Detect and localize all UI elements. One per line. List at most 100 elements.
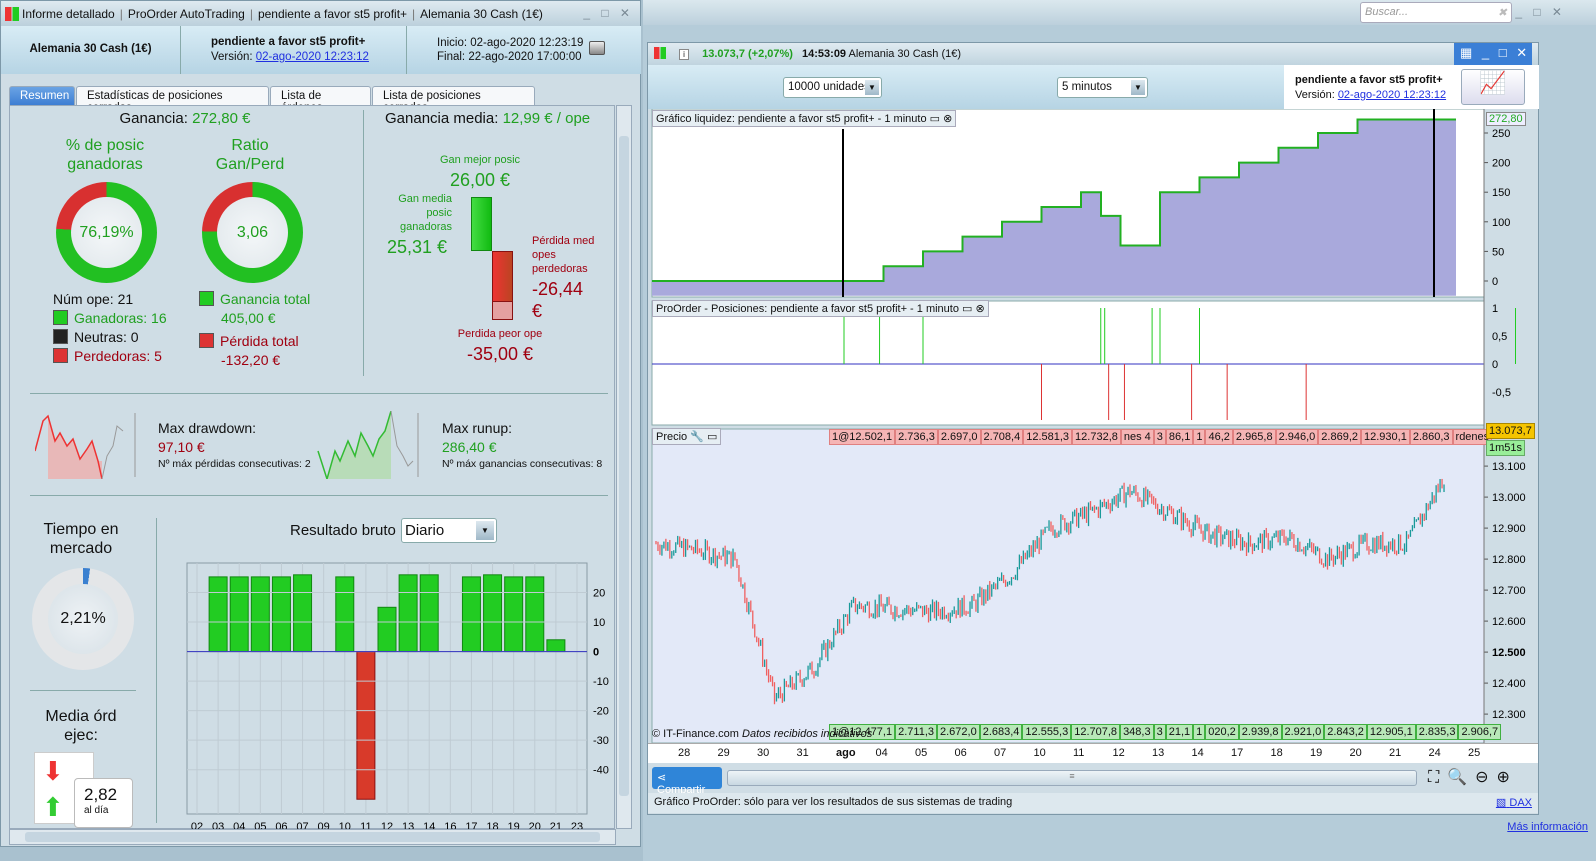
order-label[interactable]: 2.708,4 — [980, 429, 1024, 445]
order-label[interactable]: 12.905,1 — [1366, 724, 1416, 740]
units-dropdown[interactable]: 10000 unidades ▼ — [783, 77, 882, 98]
tab-lista-ordenes[interactable]: Lista de órdenes — [270, 86, 371, 114]
order-label[interactable]: 2.683,4 — [979, 724, 1023, 740]
window-icon[interactable]: ▭ — [930, 113, 940, 125]
chart-window: i 13.073,7 (+2,07%) 14:53:09 Alemania 30… — [647, 42, 1539, 815]
order-label[interactable]: 2.869,2 — [1318, 429, 1361, 445]
system-info: pendiente a favor st5 profit+ Versión: 0… — [1284, 65, 1539, 109]
timeframe-dropdown[interactable]: 5 minutos ▼ — [1057, 77, 1148, 98]
trading-report-icon[interactable]: 📈 — [1461, 69, 1525, 105]
order-label[interactable]: 2.906,7 — [1458, 724, 1502, 740]
x-tick-label: 31 — [796, 747, 809, 759]
y-tick-label: 13.100 — [1492, 461, 1526, 473]
quote-value: 13.073,7 (+2,07%) — [702, 48, 793, 60]
x-tick-label: 18 — [1270, 747, 1283, 759]
order-label[interactable]: 2.835,3 — [1415, 724, 1459, 740]
sell-orders-strip: 1@12.502,1 2.736,3 2.697,0 2.708,4 12.581,3 1… — [829, 429, 1493, 445]
wrench-icon[interactable]: 🔧 — [690, 431, 704, 443]
order-label[interactable]: 86,1 — [1165, 429, 1194, 445]
order-label[interactable]: 46,2 — [1205, 429, 1233, 445]
chevron-down-icon: ▼ — [476, 521, 494, 540]
tab-lista-posiciones[interactable]: Lista de posiciones cerradas — [372, 86, 535, 114]
window-icon[interactable]: ▭ — [707, 431, 717, 443]
order-label[interactable]: 348,3 — [1120, 724, 1154, 740]
bar — [419, 574, 439, 653]
avg-win-bar — [471, 197, 492, 251]
order-label[interactable]: 12.930,1 — [1361, 429, 1410, 445]
order-label[interactable]: 3 — [1153, 724, 1166, 740]
tab-resumen[interactable]: Resumen — [9, 86, 75, 106]
time-scrollbar[interactable]: ≡ — [727, 770, 1417, 786]
order-label[interactable]: 12.581,3 — [1023, 429, 1073, 445]
order-label[interactable]: 2.843,2 — [1324, 724, 1367, 740]
y-tick-label: -10 — [593, 676, 609, 688]
more-info-link[interactable]: Más información — [1507, 821, 1588, 833]
vertical-scrollbar[interactable] — [616, 105, 632, 829]
order-label[interactable]: 12.555,3 — [1022, 724, 1072, 740]
share-button[interactable]: ⋖ Compartir — [652, 767, 722, 796]
daily-result-chart: 02 03 04 05 06 07 09 10 11 12 13 14 16 17 18 19 20 21 2320… — [186, 562, 609, 830]
neutral-count: Neutras: 0 — [74, 329, 139, 345]
order-label[interactable]: 2.860,3 — [1409, 429, 1453, 445]
clear-icon[interactable]: ✖ — [1498, 6, 1507, 19]
order-label[interactable]: 020,2 — [1205, 724, 1239, 740]
order-label[interactable]: nes 4 — [1120, 429, 1154, 445]
info-icon[interactable]: i — [679, 49, 690, 60]
version-link[interactable]: 02-ago-2020 12:23:12 — [1338, 89, 1446, 101]
window-controls[interactable]: _ □ ✕ — [1515, 5, 1566, 19]
chart-titlebar: i 13.073,7 (+2,07%) 14:53:09 Alemania 30… — [648, 43, 1538, 65]
price-title-text: Precio — [656, 431, 688, 443]
zoom-in-icon[interactable]: ⊕ — [1497, 769, 1518, 786]
status-text: Gráfico ProOrder: sólo para ver los resu… — [654, 796, 1013, 808]
zoom-fit-icon[interactable]: 🔍 — [1447, 769, 1475, 786]
order-label[interactable]: 1@12.502,1 — [829, 429, 896, 445]
y-tick-label: 0,5 — [1492, 331, 1507, 343]
x-tick-label: 11 — [1073, 747, 1085, 759]
winning-pct-value: 76,19% — [71, 197, 142, 268]
window-controls[interactable]: ▦ _ □ ✕ — [1454, 43, 1532, 65]
order-label[interactable]: 2.711,3 — [895, 724, 937, 740]
neutral-row: Neutras: 0 — [53, 328, 167, 347]
horizontal-scrollbar[interactable] — [9, 829, 616, 845]
order-label[interactable]: 12.732,8 — [1072, 429, 1121, 445]
total-gain-label: Ganancia total — [220, 291, 311, 307]
order-label[interactable]: 1 — [1193, 429, 1206, 445]
instrument-name: Alemania 30 Cash (1€) — [848, 48, 962, 60]
chart-icon: ▧ — [1495, 797, 1507, 809]
order-label[interactable]: 2.672,0 — [937, 724, 980, 740]
period-dropdown[interactable]: Diario ▼ — [401, 518, 497, 543]
period-value: Diario — [405, 522, 445, 539]
order-label[interactable]: 12.707,8 — [1071, 724, 1121, 740]
zoom-out-icon[interactable]: ⊖ — [1475, 769, 1496, 786]
dax-link[interactable]: ▧ DAX — [1496, 796, 1532, 809]
ratio-title: Ratio Gan/Perd — [215, 137, 285, 173]
tab-estadisticas[interactable]: Estadísticas de posiciones cerradas — [76, 86, 269, 114]
window-controls[interactable]: _ □ ✕ — [583, 6, 634, 20]
runup-label: Max runup: — [442, 420, 513, 436]
order-label[interactable]: 1 — [1193, 724, 1206, 740]
order-label[interactable]: 2.921,0 — [1281, 724, 1325, 740]
order-label[interactable]: 2.946,0 — [1275, 429, 1319, 445]
order-label[interactable]: 3 — [1153, 429, 1166, 445]
y-tick-label: 50 — [1492, 246, 1504, 258]
worst-loss-bar — [492, 301, 513, 320]
order-label[interactable]: 21,1 — [1165, 724, 1194, 740]
version-label: Versión: — [1295, 89, 1335, 101]
ratio-value: 3,06 — [217, 197, 288, 268]
order-label[interactable]: 2.736,3 — [895, 429, 938, 445]
close-icon[interactable]: ⊗ — [943, 113, 952, 125]
chart-tool-icon[interactable]: ⛶ — [1428, 769, 1447, 786]
summary-content: Ganancia: 272,80 € % de posic ganadoras … — [9, 105, 615, 830]
order-label[interactable]: 2.939,8 — [1238, 724, 1282, 740]
candlestick-icon — [5, 6, 19, 21]
order-label[interactable]: 2.697,0 — [937, 429, 981, 445]
window-icon[interactable]: ▭ — [962, 303, 972, 315]
bar — [293, 574, 313, 653]
bar — [461, 576, 481, 653]
printer-icon[interactable] — [589, 41, 605, 55]
total-loss-label: Pérdida total — [220, 333, 299, 349]
order-label[interactable]: 2.965,8 — [1232, 429, 1276, 445]
close-icon[interactable]: ⊗ — [976, 303, 985, 315]
version-link[interactable]: 02-ago-2020 12:23:12 — [256, 51, 369, 63]
search-input[interactable]: Buscar... ✖ — [1360, 2, 1512, 23]
